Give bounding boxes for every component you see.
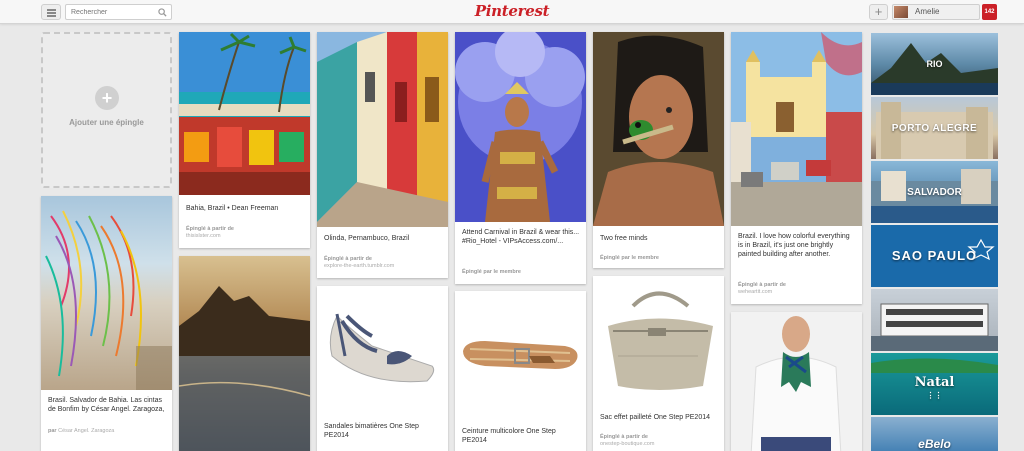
pin-source: par César Angel. Zaragoza: [48, 428, 115, 434]
pin-description: Ceinture multicolore One Step PE2014: [462, 428, 556, 444]
pin-source: Épinglé par le membre: [462, 269, 521, 275]
pin-source: Épinglé à partir de weheartit.com: [738, 282, 786, 295]
board-cover[interactable]: Natal ⋮⋮: [871, 353, 998, 415]
pin-description: Two free minds: [600, 235, 648, 242]
pin-image[interactable]: [731, 312, 862, 451]
pin-card[interactable]: Bahia, Brazil • Dean Freeman Épinglé à p…: [179, 32, 310, 248]
pin-card[interactable]: Olinda, Pernambuco, Brazil Épinglé à par…: [317, 32, 448, 278]
board-cover[interactable]: [871, 289, 998, 351]
user-name: Amelie: [915, 7, 940, 16]
pin-image[interactable]: [317, 32, 448, 227]
plus-icon: +: [95, 86, 119, 110]
pin-card[interactable]: Sac effet pailleté One Step PE2014 Éping…: [593, 276, 724, 451]
board-cover[interactable]: PORTO ALEGRE: [871, 97, 998, 159]
footprints-icon: ⋮⋮: [926, 391, 943, 400]
pin-image[interactable]: [731, 32, 862, 226]
pin-card[interactable]: [731, 312, 862, 451]
add-pin-button[interactable]: +: [869, 4, 888, 20]
pin-description: Attend Carnival in Brazil & wear this...…: [462, 229, 580, 245]
plus-icon: +: [874, 4, 883, 19]
pin-source: Épinglé par le membre: [600, 255, 659, 261]
board-cover[interactable]: eBelo: [871, 417, 998, 451]
pin-card[interactable]: Brasil. Salvador de Bahia. Las cintas de…: [41, 196, 172, 451]
pin-description: Brasil. Salvador de Bahia. Las cintas de…: [48, 397, 165, 413]
notification-badge[interactable]: 142: [982, 4, 997, 20]
pin-image[interactable]: [179, 32, 310, 195]
top-bar: Pinterest + Amelie 142: [0, 0, 1024, 24]
pin-image[interactable]: [41, 196, 172, 390]
pin-card[interactable]: Attend Carnival in Brazil & wear this...…: [455, 32, 586, 284]
pin-image[interactable]: [593, 32, 724, 226]
pin-description: Sac effet pailleté One Step PE2014: [600, 414, 711, 421]
board-label: eBelo: [918, 437, 951, 451]
pin-description: Bahia, Brazil • Dean Freeman: [186, 205, 279, 212]
pin-image[interactable]: [455, 32, 586, 222]
pin-description: Brazil. I love how colorful everything i…: [738, 233, 850, 258]
board-label: PORTO ALEGRE: [891, 123, 978, 134]
avatar: [894, 6, 908, 18]
board-label: Natal: [914, 375, 955, 390]
board-cover[interactable]: SAO PAULO: [871, 225, 998, 287]
pin-image[interactable]: [593, 276, 724, 401]
user-menu[interactable]: Amelie: [892, 4, 980, 20]
board-label: SAO PAULO: [891, 248, 978, 263]
add-pin-card[interactable]: + Ajouter une épingle: [41, 32, 172, 188]
board-cover[interactable]: RIO: [871, 33, 998, 95]
board-label: SALVADOR: [907, 187, 962, 198]
pin-card[interactable]: Two free minds Épinglé par le membre: [593, 32, 724, 268]
add-pin-label: Ajouter une épingle: [69, 118, 144, 127]
pin-card[interactable]: [179, 256, 310, 451]
pin-source: Épinglé à partir de explore-the-earth.tum…: [324, 256, 395, 269]
board-label: RIO: [926, 59, 943, 69]
pin-image[interactable]: [179, 256, 310, 451]
pin-description: Sandales bimatières One Step PE2014: [324, 423, 419, 439]
pin-card[interactable]: Brazil. I love how colorful everything i…: [731, 32, 862, 304]
pin-source: Épinglé à partir de onestep-boutique.com: [600, 434, 655, 447]
pin-image[interactable]: [455, 291, 586, 413]
board-cover[interactable]: SALVADOR: [871, 161, 998, 223]
pin-description: Olinda, Pernambuco, Brazil: [324, 235, 410, 242]
pin-source: Épinglé à partir de thisislster.com: [186, 226, 234, 239]
pin-card[interactable]: Ceinture multicolore One Step PE2014: [455, 291, 586, 451]
pin-card[interactable]: Sandales bimatières One Step PE2014: [317, 286, 448, 451]
pin-image[interactable]: [317, 286, 448, 406]
